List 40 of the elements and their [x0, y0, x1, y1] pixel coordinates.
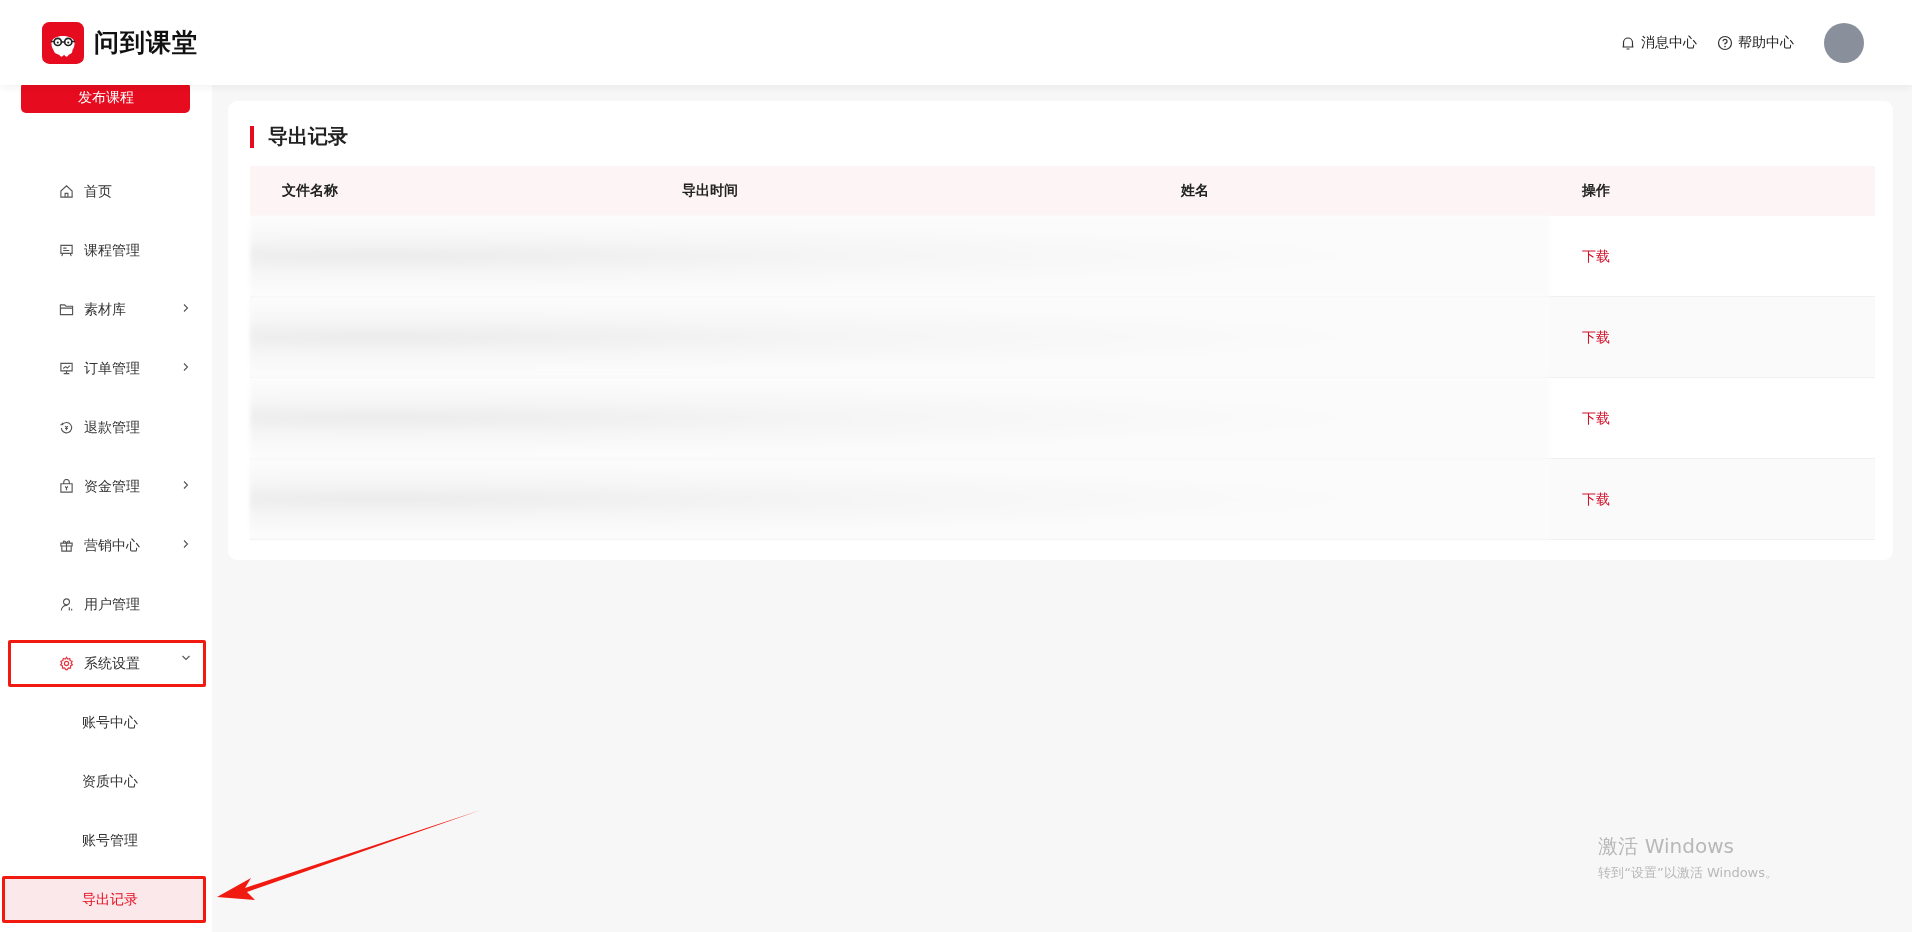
bell-icon	[1620, 34, 1636, 51]
column-header: 操作	[1581, 182, 1611, 200]
help-icon	[1717, 34, 1733, 51]
sidebar-subitem[interactable]: 账号中心	[8, 699, 206, 746]
sidebar-item[interactable]: 资金管理	[8, 463, 206, 510]
download-link[interactable]: 下载	[1582, 329, 1610, 345]
home-icon	[59, 184, 74, 199]
sidebar-item[interactable]: 课程管理	[8, 227, 206, 274]
sidebar-item[interactable]: 营销中心	[8, 522, 206, 569]
activation-text: 转到“设置”以激活 Windows。	[1598, 864, 1778, 882]
download-link[interactable]: 下载	[1582, 491, 1610, 507]
gift-icon	[59, 538, 74, 553]
board-icon	[59, 243, 74, 258]
column-header: 文件名称	[281, 182, 339, 200]
sidebar-item[interactable]: 用户管理	[8, 581, 206, 628]
brand-name: 问到课堂	[94, 27, 198, 59]
sidebar-item[interactable]: 退款管理	[8, 404, 206, 451]
download-link[interactable]: 下载	[1582, 248, 1610, 264]
avatar[interactable]	[1824, 22, 1864, 63]
sidebar-item[interactable]: 订单管理	[8, 345, 206, 392]
activation-title: 激活 Windows	[1598, 833, 1735, 860]
column-header: 姓名	[1180, 182, 1210, 200]
panel-title: 导出记录	[268, 123, 348, 150]
column-header: 导出时间	[681, 182, 739, 200]
sidebar-subitem[interactable]: 资质中心	[8, 758, 206, 805]
sidebar-item[interactable]: 素材库	[8, 286, 206, 333]
settings-icon	[59, 656, 74, 671]
folder-icon	[59, 302, 74, 317]
sidebar-subitem[interactable]: 导出记录	[2, 876, 206, 923]
help-center-link[interactable]: 帮助中心	[1717, 33, 1794, 52]
monitor-icon	[59, 361, 74, 376]
sidebar-item[interactable]: 系统设置	[8, 640, 206, 687]
sidebar-item[interactable]: 首页	[8, 168, 206, 215]
title-accent-bar	[250, 125, 254, 148]
refund-icon	[59, 420, 74, 435]
user-icon	[59, 597, 74, 612]
logo-icon	[42, 21, 84, 64]
download-link[interactable]: 下载	[1582, 410, 1610, 426]
sidebar-subitem[interactable]: 账号管理	[8, 817, 206, 864]
message-center-link[interactable]: 消息中心	[1620, 33, 1697, 52]
